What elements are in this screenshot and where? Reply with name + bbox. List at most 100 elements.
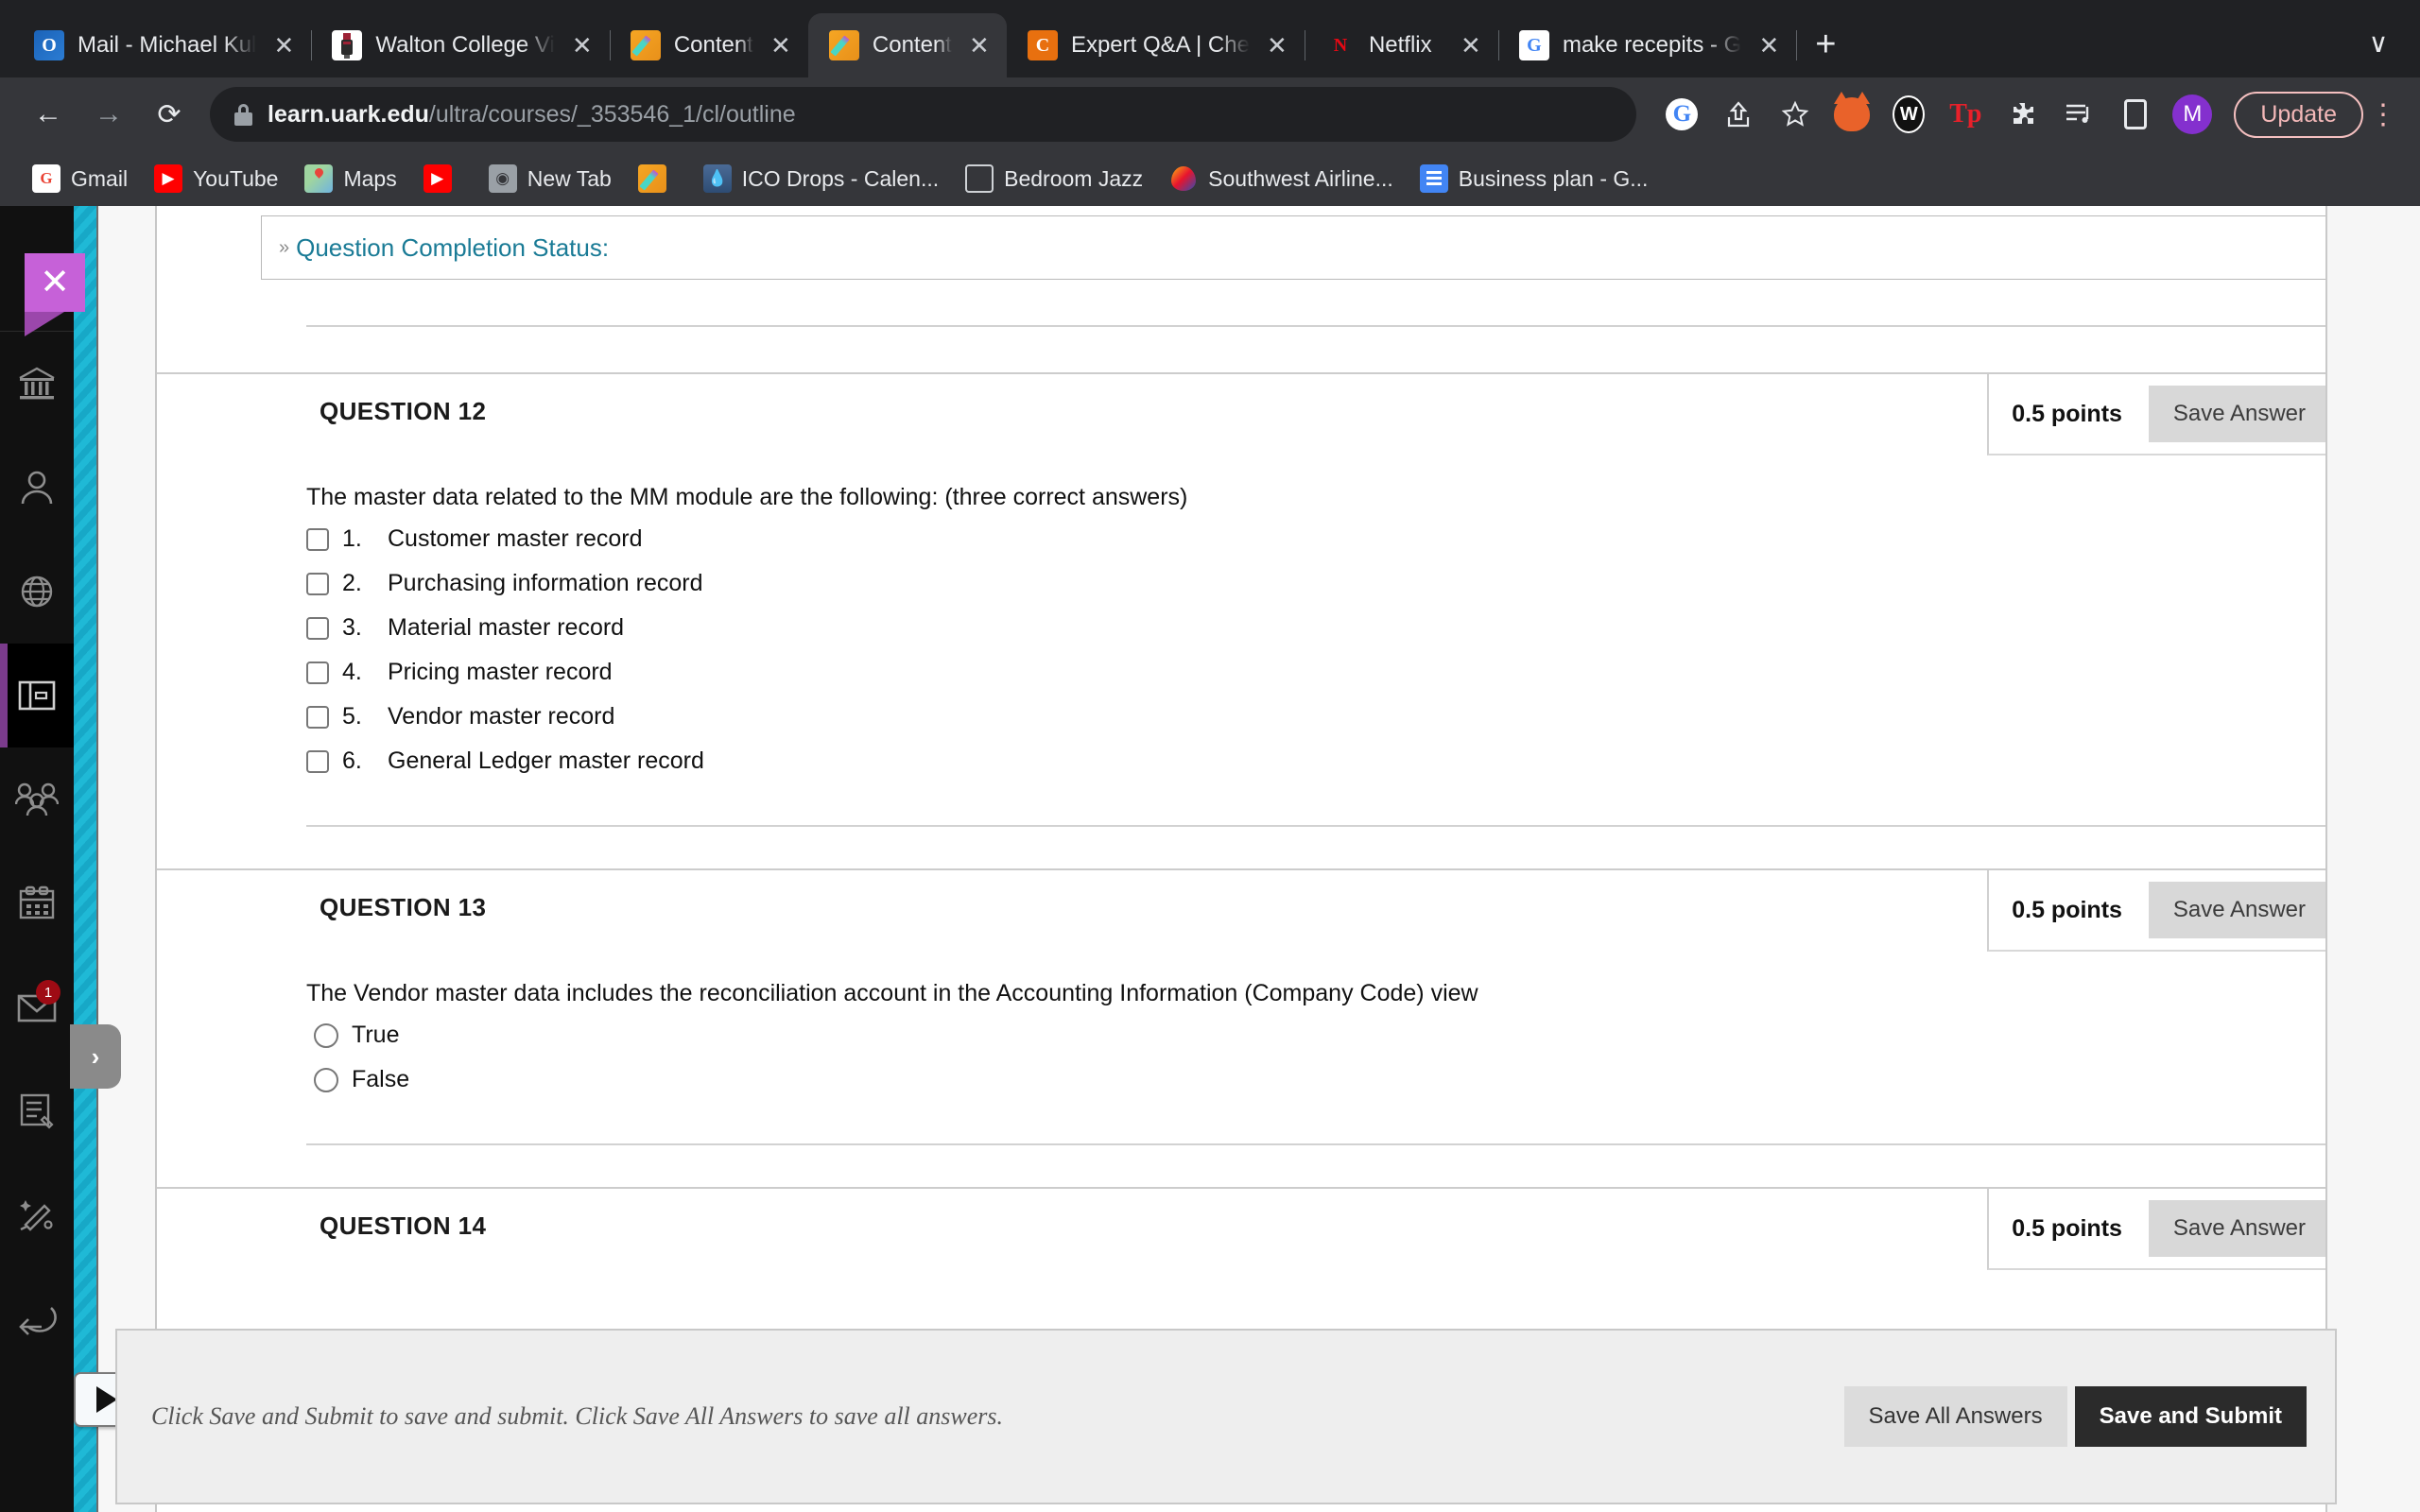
close-icon[interactable]: ✕: [269, 33, 298, 58]
save-answer-button[interactable]: Save Answer: [2148, 386, 2330, 442]
blackboard-logo-close[interactable]: ✕: [25, 253, 85, 336]
question-completion-status-label[interactable]: Question Completion Status:: [296, 233, 609, 263]
side-panel-icon[interactable]: [2109, 88, 2162, 141]
course-accent-strip: [74, 206, 98, 1512]
question-points: 0.5 points: [2012, 1214, 2122, 1242]
option-label: General Ledger master record: [388, 747, 704, 774]
save-answer-button[interactable]: Save Answer: [2148, 882, 2330, 938]
option-label: Customer master record: [388, 525, 643, 552]
avatar[interactable]: M: [2166, 88, 2219, 141]
bookmark-southwest[interactable]: Southwest Airline...: [1158, 159, 1405, 198]
wayback-machine-icon[interactable]: W: [1882, 88, 1935, 141]
close-icon[interactable]: ✕: [568, 33, 596, 58]
checkbox-input[interactable]: [306, 572, 329, 595]
url-domain: learn.uark.edu: [268, 100, 429, 128]
chevron-down-icon[interactable]: ∨: [2350, 13, 2407, 72]
question-prompt: The master data related to the MM module…: [306, 484, 1188, 510]
question-points-panel: 0.5 points Save Answer: [1987, 374, 2337, 455]
question-header-row: QUESTION 14 0.5 points Save Answer: [157, 1189, 2420, 1270]
forward-button[interactable]: →: [81, 87, 136, 142]
option-label: Pricing master record: [388, 659, 613, 685]
sidebar-item-messages[interactable]: 1: [0, 955, 74, 1059]
new-tab-button[interactable]: +: [1796, 15, 1855, 74]
browser-tab-mail[interactable]: O Mail - Michael Kul ✕: [13, 13, 313, 77]
share-icon[interactable]: [1712, 88, 1765, 141]
sidebar-item-institution-page[interactable]: [0, 540, 74, 644]
teacherspayteachers-icon[interactable]: Tp: [1939, 88, 1992, 141]
checkbox-input[interactable]: [306, 527, 329, 551]
sidebar-item-calendar[interactable]: [0, 851, 74, 955]
bookmark-new-tab[interactable]: ◉ New Tab: [477, 159, 623, 198]
answer-option[interactable]: 6. General Ledger master record: [306, 739, 2420, 783]
browser-tab-content-2-active[interactable]: Content ✕: [807, 13, 1007, 77]
question-bottom-rule: [306, 825, 2325, 827]
bookmark-blackboard[interactable]: [627, 159, 688, 198]
sidebar-item-organizations[interactable]: [0, 747, 74, 851]
back-button[interactable]: ←: [21, 87, 76, 142]
sidebar-item-institution[interactable]: [0, 332, 74, 436]
globe-icon: [21, 576, 53, 608]
bookmark-youtube[interactable]: ▶ YouTube: [143, 159, 289, 198]
courses-icon: [18, 680, 56, 711]
expand-menu-button[interactable]: ›: [70, 1024, 121, 1089]
address-bar[interactable]: learn.uark.edu/ultra/courses/_353546_1/c…: [210, 87, 1637, 142]
checkbox-input[interactable]: [306, 616, 329, 640]
update-button[interactable]: Update: [2234, 91, 2363, 138]
answer-option[interactable]: 4. Pricing master record: [306, 650, 2420, 695]
ico-drops-icon: 💧: [702, 164, 732, 193]
outlook-icon: O: [34, 30, 64, 60]
sidebar-item-courses[interactable]: [0, 644, 74, 747]
answer-option[interactable]: True: [306, 1013, 2420, 1057]
checkbox-input[interactable]: [306, 661, 329, 684]
save-and-submit-button[interactable]: Save and Submit: [2074, 1386, 2307, 1447]
option-label: Vendor master record: [388, 703, 615, 730]
answer-option[interactable]: False: [306, 1057, 2420, 1102]
sidebar-item-profile[interactable]: [0, 436, 74, 540]
sidebar-item-sign-out[interactable]: [0, 1267, 74, 1371]
maps-icon: [304, 164, 334, 193]
bookmark-gmail[interactable]: G Gmail: [21, 159, 139, 198]
question-completion-status[interactable]: » Question Completion Status:: [261, 215, 2356, 280]
sidebar-item-grades[interactable]: [0, 1059, 74, 1163]
close-icon[interactable]: ✕: [1263, 33, 1291, 58]
save-all-answers-button[interactable]: Save All Answers: [1843, 1386, 2067, 1447]
close-icon[interactable]: ✕: [1457, 33, 1485, 58]
browser-menu-icon[interactable]: ⋮: [2367, 100, 2399, 129]
bookmark-ico-drops[interactable]: 💧 ICO Drops - Calen...: [692, 159, 950, 198]
bookmark-star-icon[interactable]: [1769, 88, 1822, 141]
reload-button[interactable]: ⟳: [142, 87, 197, 142]
question-body: The master data related to the MM module…: [157, 455, 2420, 783]
radio-input[interactable]: [314, 1067, 338, 1092]
extensions-puzzle-icon[interactable]: [1996, 88, 2048, 141]
answer-option[interactable]: 2. Purchasing information record: [306, 561, 2420, 606]
answer-option[interactable]: 1. Customer master record: [306, 517, 2420, 561]
playlist-icon[interactable]: [2052, 88, 2105, 141]
save-answer-button[interactable]: Save Answer: [2148, 1200, 2330, 1257]
sidebar-item-tools[interactable]: [0, 1163, 74, 1267]
checkbox-input[interactable]: [306, 705, 329, 729]
browser-tab-walton-college[interactable]: Walton College Vi ✕: [311, 13, 611, 77]
answer-option[interactable]: 3. Material master record: [306, 606, 2420, 650]
answer-option[interactable]: 5. Vendor master record: [306, 695, 2420, 739]
bookmarks-bar: G Gmail ▶ YouTube Maps ▶ ◉ New Tab 💧 ICO…: [0, 151, 2420, 206]
radio-input[interactable]: [314, 1022, 338, 1048]
metamask-fox-icon[interactable]: [1825, 88, 1878, 141]
bookmark-label: Business plan - G...: [1458, 165, 1649, 191]
checkbox-input[interactable]: [306, 749, 329, 773]
profile-icon: [21, 471, 53, 505]
bookmark-bedroom-jazz[interactable]: Bedroom Jazz: [954, 159, 1154, 198]
bookmark-maps[interactable]: Maps: [293, 159, 407, 198]
google-account-icon[interactable]: G: [1655, 88, 1708, 141]
question-points: 0.5 points: [2012, 896, 2122, 923]
browser-tab-content-1[interactable]: Content ✕: [610, 13, 808, 77]
institution-icon: [19, 367, 55, 400]
close-icon[interactable]: ✕: [965, 33, 994, 58]
bookmark-business-plan[interactable]: Business plan - G...: [1409, 159, 1660, 198]
close-icon[interactable]: ✕: [1754, 33, 1783, 58]
browser-tab-netflix[interactable]: N Netflix ✕: [1305, 13, 1499, 77]
browser-tab-chegg[interactable]: C Expert Q&A | Che ✕: [1007, 13, 1305, 77]
browser-tab-make-receipts[interactable]: G make recepits - G ✕: [1498, 13, 1798, 77]
bookmark-youtube-2[interactable]: ▶: [412, 159, 474, 198]
close-icon[interactable]: ✕: [767, 33, 795, 58]
bookmark-label: Southwest Airline...: [1208, 165, 1393, 191]
